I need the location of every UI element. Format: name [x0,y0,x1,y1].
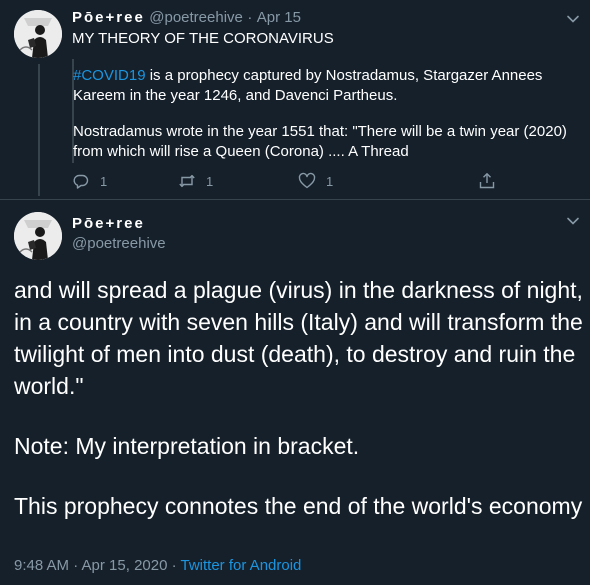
reply-icon [73,174,89,189]
share-icon [479,173,495,189]
tweet1-header: Pōe+ree @poetreehive · Apr 15 [72,9,301,27]
tweet2-source[interactable]: Twitter for Android [181,557,302,574]
tweet2-author-name[interactable]: Pōe+ree [72,215,145,232]
tweet2-paragraph-3: This prophecy connotes the end of the wo… [14,493,583,519]
thread-connector [38,64,40,196]
tweet2-timestamp[interactable]: 9:48 AM · Apr 15, 2020 [14,557,167,574]
tweet1-body: #COVID19 is a prophecy captured by Nostr… [73,66,573,178]
avatar[interactable] [14,10,62,58]
tweet1-more-button[interactable] [566,12,580,26]
heart-icon [298,172,316,189]
tweet1-actions: 1 1 1 [72,172,502,192]
tweet2-meta: 9:48 AM · Apr 15, 2020 · Twitter for And… [14,557,301,574]
tweet2-body: and will spread a plague (virus) in the … [14,274,584,550]
reply-button[interactable]: 1 [72,172,107,190]
reply-count: 1 [100,173,108,189]
chevron-down-icon [567,217,579,225]
share-button[interactable] [478,172,496,190]
tweet1-dot: · [247,9,253,26]
tweet2-paragraph-2: Note: My interpretation in bracket. [14,433,360,459]
tweet1-title: MY THEORY OF THE CORONAVIRUS [72,30,334,47]
retweet-button[interactable]: 1 [178,172,213,190]
hashtag-link[interactable]: #COVID19 [73,67,146,84]
tweet1-paragraph-1: #COVID19 is a prophecy captured by Nostr… [73,66,573,106]
retweet-count: 1 [206,173,214,189]
tweet1-author-handle[interactable]: @poetreehive [149,9,243,26]
tweet2-paragraph-1: and will spread a plague (virus) in the … [14,277,583,399]
meta-separator: · [167,557,181,574]
like-button[interactable]: 1 [298,172,333,190]
tweet1-author-name[interactable]: Pōe+ree [72,9,145,26]
divider [0,199,590,200]
tweet2-author-handle[interactable]: @poetreehive [72,235,166,252]
tweet1-date[interactable]: Apr 15 [257,9,301,26]
like-count: 1 [326,173,334,189]
avatar-image [14,10,62,58]
avatar-image [14,212,62,260]
tweet2-more-button[interactable] [566,214,580,228]
retweet-icon [179,174,195,188]
avatar[interactable] [14,212,62,260]
chevron-down-icon [567,15,579,23]
tweet1-paragraph-2: Nostradamus wrote in the year 1551 that:… [73,123,567,160]
